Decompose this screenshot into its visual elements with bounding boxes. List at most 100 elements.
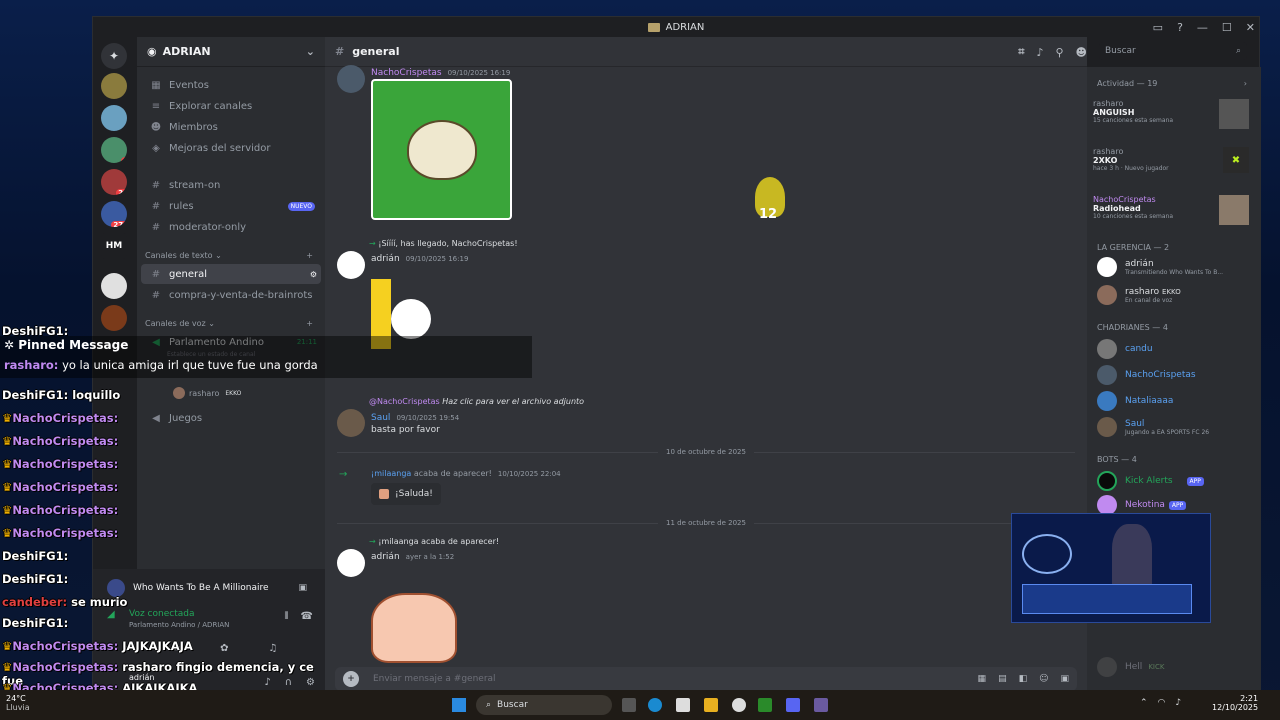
discord-home-icon[interactable]: ✦ [101,43,127,69]
show-logo [1022,534,1072,574]
channel-stream-on[interactable]: # stream-on [141,175,321,195]
activity-card[interactable]: rasharo ANGUISH 15 canciones esta semana [1093,99,1257,139]
folder-icon[interactable] [704,698,718,712]
sidebar-item-mejoras[interactable]: ◈ Mejoras del servidor [141,138,321,158]
members-icon[interactable]: ☻ [1076,46,1087,59]
threads-icon[interactable]: ⌗ [1018,45,1024,59]
member-item[interactable]: Nekotina APP [1097,495,1187,515]
server-icon[interactable]: HM [101,233,127,259]
app-icon[interactable] [814,698,828,712]
member-item[interactable]: Saul Jugando a EA SPORTS FC 26 [1097,417,1209,437]
mic-icon[interactable]: ♪ [264,677,270,688]
add-channel-icon[interactable]: + [306,319,313,328]
gear-icon[interactable]: ⚙ [306,677,315,688]
category-voice[interactable]: Canales de voz ⌄ + [145,319,313,328]
mention-badge: 273 [111,221,127,227]
task-view-icon[interactable] [622,698,636,712]
member-item[interactable]: candu [1097,339,1153,359]
sidebar-item-eventos[interactable]: ▦ Eventos [141,75,321,95]
add-channel-icon[interactable]: + [306,251,313,260]
member-item[interactable]: rasharo EKKO En canal de voz [1097,285,1181,305]
store-icon[interactable] [676,698,690,712]
emoji-icon[interactable]: ☺ [1039,674,1048,684]
activity-card[interactable]: NachoCrispetas Radiohead 10 canciones es… [1093,195,1257,235]
server-icon[interactable]: 21 [101,169,127,195]
server-icon[interactable] [101,73,127,99]
voice-user[interactable]: rasharo EKKO [173,387,241,399]
sticker-icon[interactable]: ◧ [1019,674,1028,684]
edge-icon[interactable] [648,698,662,712]
noise-suppression-icon[interactable]: ⫴ [284,611,288,622]
avatar[interactable] [337,409,365,437]
channel-moderator-only[interactable]: # moderator-only [141,217,321,237]
apps-icon[interactable]: ▣ [1060,674,1069,684]
list-icon: ≡ [151,100,161,112]
chrome-icon[interactable] [732,698,746,712]
app-icon[interactable] [758,698,772,712]
help-icon[interactable]: ? [1177,21,1183,34]
chat-header: # general ⌗ ♪ ⚲ ☻ [325,37,1087,67]
search-input[interactable]: Buscar ⌕ [1099,42,1247,60]
discord-taskbar-icon[interactable] [786,698,800,712]
message-input[interactable]: + Enviar mensaje a #general ▦ ▤ ◧ ☺ ▣ [335,667,1077,691]
member-item[interactable]: adrián Transmitiendo Who Wants To B... [1097,257,1223,277]
channel-general[interactable]: # general ⚙ [141,264,321,284]
maximize-button[interactable]: ☐ [1222,21,1232,34]
channel-rules[interactable]: # rules NUEVO [141,196,321,216]
message-author[interactable]: adrián 09/10/2025 16:19 [371,254,468,264]
activity-icon[interactable]: ✿ [220,643,228,654]
date-divider: 10 de octubre de 2025 [337,447,1075,457]
clock[interactable]: 2:21 12/10/2025 [1212,694,1258,712]
screen-share-icon[interactable]: ▭ [171,643,180,654]
system-tray[interactable]: ⌃ ◠ ♪ [1140,698,1181,708]
server-icon[interactable] [101,105,127,131]
weather-widget[interactable]: 24°C Lluvia [6,694,30,712]
message-author[interactable]: Saul 09/10/2025 19:54 [371,413,459,423]
disconnect-icon[interactable]: ☎ [301,611,313,622]
message-author[interactable]: adrián ayer a la 1:52 [371,552,454,562]
reply-preview[interactable]: @NachoCrispetas Haz clic para ver el arc… [369,397,584,406]
activity-status[interactable]: Who Wants To Be A Millionaire ▣ [107,577,307,599]
avatar[interactable] [337,65,365,93]
camera-icon[interactable]: ▶ [123,643,131,654]
pin-icon[interactable]: ⚲ [1055,46,1063,59]
image-attachment[interactable] [371,79,512,220]
add-attachment-icon[interactable]: + [343,671,359,687]
activity-header[interactable]: Actividad — 19 › [1097,79,1247,88]
soundboard-icon[interactable]: ♫ [269,643,278,654]
app-badge: APP [1168,500,1187,510]
voice-channel-parlamento[interactable]: ◀ Parlamento Andino 21:11 [141,332,321,352]
avatar[interactable] [337,251,365,279]
headphones-icon[interactable]: ∩ [285,677,292,688]
channel-label: Parlamento Andino [169,336,264,348]
taskbar-search[interactable]: ⌕ Buscar [476,695,612,715]
sidebar-item-miembros[interactable]: ☻ Miembros [141,117,321,137]
close-button[interactable]: ✕ [1246,21,1255,34]
category-text[interactable]: Canales de texto ⌄ + [145,251,313,260]
stream-preview[interactable] [1011,513,1211,623]
screen-icon[interactable]: ▣ [298,583,307,593]
voice-channel-juegos[interactable]: ◀ Juegos [141,408,321,428]
minimize-button[interactable]: — [1197,21,1208,34]
avatar[interactable] [337,549,365,577]
bell-icon[interactable]: ♪ [1036,46,1043,59]
sidebar-item-explorar[interactable]: ≡ Explorar canales [141,96,321,116]
member-item[interactable]: Nataliaaaa [1097,391,1173,411]
start-icon[interactable] [452,698,466,712]
message-author[interactable]: NachoCrispetas 09/10/2025 16:19 [371,68,510,78]
settings-icon[interactable]: ⚙ [310,270,317,279]
member-item[interactable]: Hell KICK [1097,657,1164,677]
wave-button[interactable]: ¡Saluda! [371,483,441,505]
server-header[interactable]: ◉ ADRIAN ⌄ [137,37,325,67]
server-icon[interactable] [101,273,127,299]
channel-compra-venta[interactable]: # compra-y-venta-de-brainrots [141,285,321,305]
member-item[interactable]: Kick Alerts APP [1097,471,1204,491]
gift-icon[interactable]: ▦ [978,674,987,684]
server-icon[interactable]: 1 [101,137,127,163]
inbox-icon[interactable]: ▭ [1153,21,1163,34]
server-icon[interactable] [101,305,127,331]
activity-card[interactable]: rasharo 2XKO hace 3 h · Nuevo jugador ✖ [1093,147,1257,187]
member-item[interactable]: NachoCrispetas [1097,365,1196,385]
gif-icon[interactable]: ▤ [998,674,1007,684]
server-icon[interactable]: 273 [101,201,127,227]
